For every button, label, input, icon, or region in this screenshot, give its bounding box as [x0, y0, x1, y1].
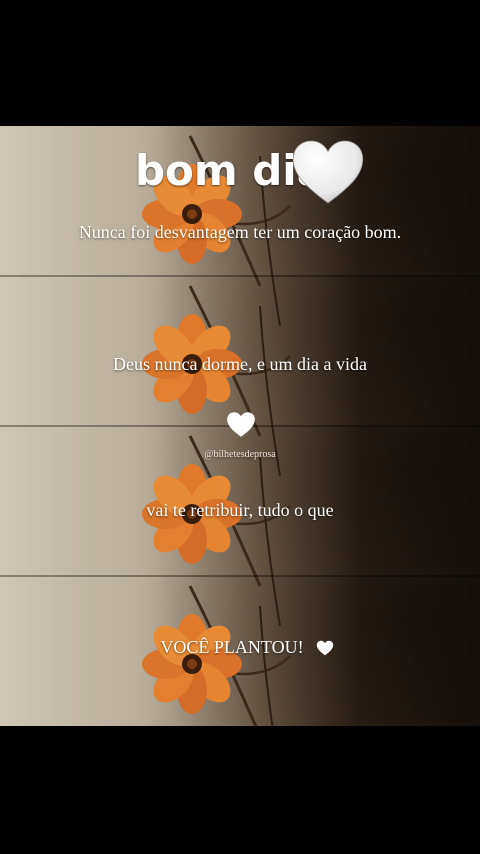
- white-heart-icon: [227, 412, 255, 437]
- white-heart-icon: [316, 640, 334, 656]
- message-line-1: Nunca foi desvantagem ter um coração bom…: [78, 222, 402, 242]
- message-line-3: vai te retribuir, tudo o que: [146, 500, 334, 520]
- top-letterbox: [0, 0, 480, 126]
- message-line-2: Deus nunca dorme, e um dia a vida: [113, 354, 367, 374]
- panel-divider: [0, 275, 480, 277]
- message-line-4: VOCÊ PLANTOU!: [160, 637, 304, 657]
- author-handle: @bilhetesdeprosa: [204, 449, 276, 460]
- white-heart-icon: [292, 140, 364, 204]
- panel-divider: [0, 575, 480, 577]
- title-text: bom dia: [134, 146, 326, 195]
- bottom-letterbox: [0, 726, 480, 854]
